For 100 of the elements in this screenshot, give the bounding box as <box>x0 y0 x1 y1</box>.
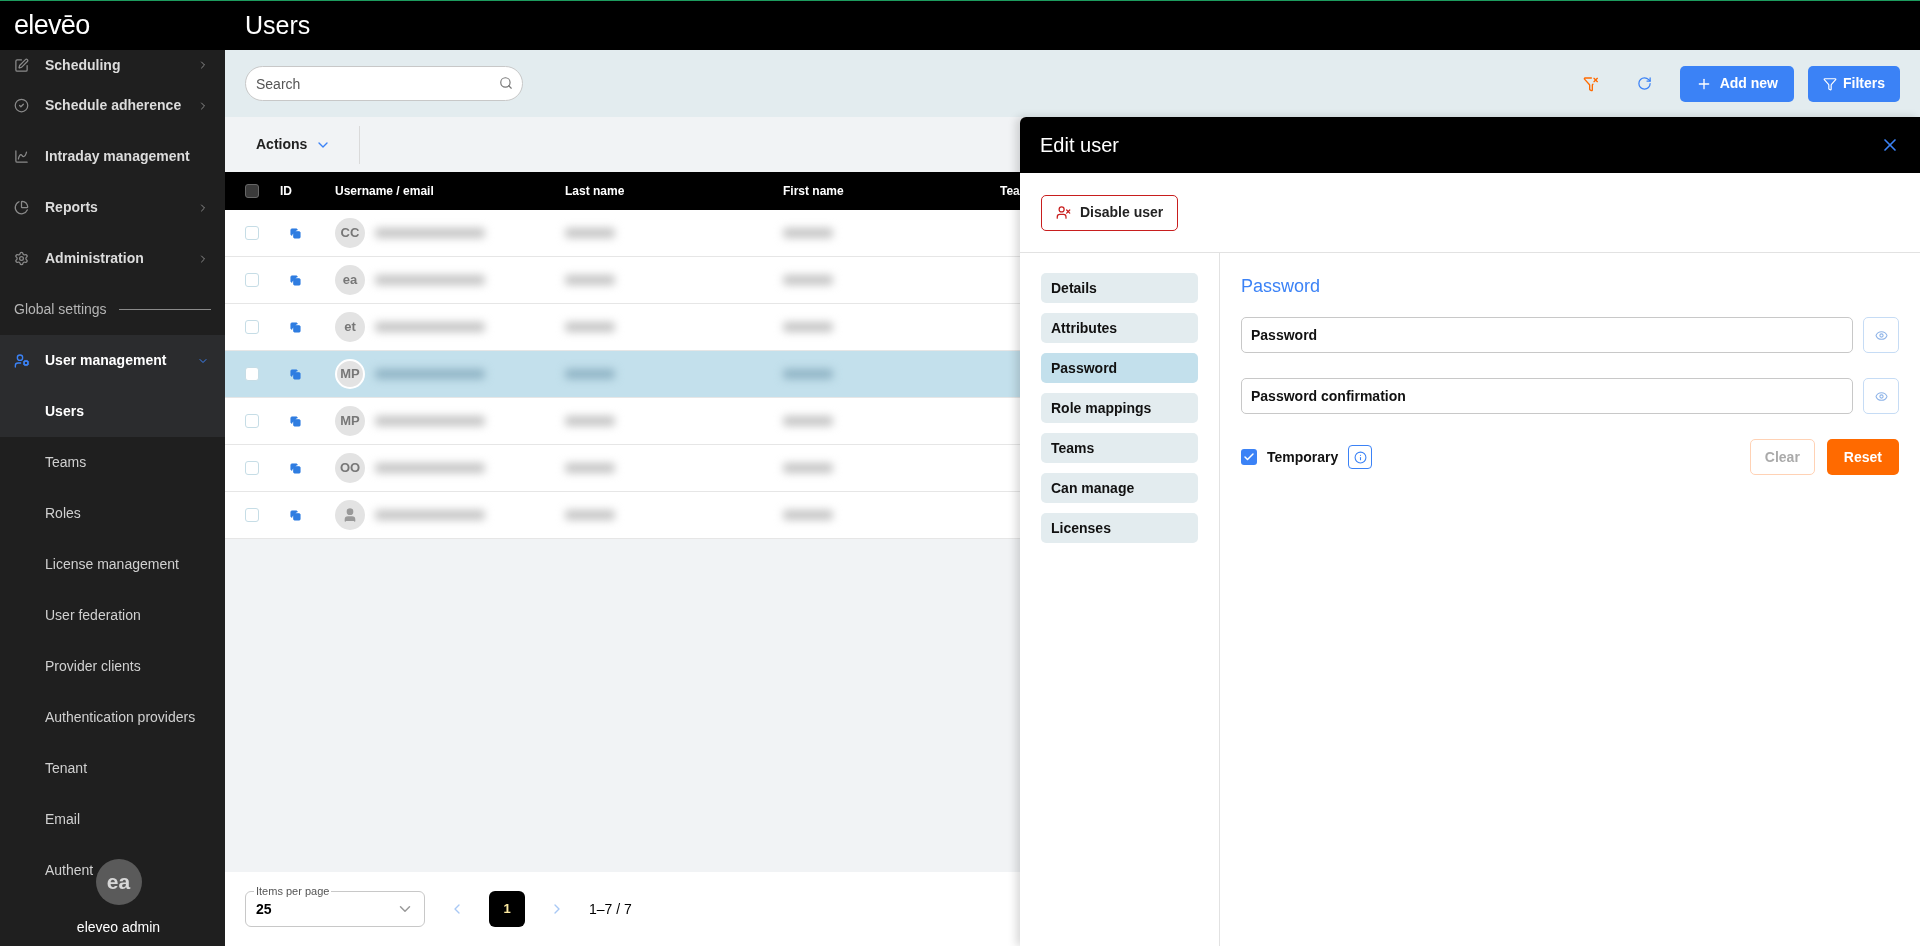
row-checkbox[interactable] <box>245 508 259 522</box>
blurred-text <box>565 322 615 332</box>
blurred-text <box>783 510 833 520</box>
copy-icon[interactable] <box>290 415 301 427</box>
column-header[interactable]: Username / email <box>335 184 434 198</box>
show-password-button[interactable] <box>1863 317 1899 353</box>
panel-title: Edit user <box>1040 133 1119 158</box>
add-new-button[interactable]: Add new <box>1679 65 1794 102</box>
pie-chart-icon <box>14 200 29 215</box>
check-icon <box>1243 451 1255 463</box>
disable-user-button[interactable]: Disable user <box>1041 194 1179 231</box>
copy-icon[interactable] <box>290 227 301 239</box>
password-field[interactable]: Password <box>1241 317 1853 353</box>
sidebar-subitem[interactable]: User federation <box>45 605 141 626</box>
sidebar-item[interactable]: Administration <box>0 233 225 284</box>
user-name: eleveo admin <box>76 918 161 937</box>
blurred-text <box>565 228 615 238</box>
copy-icon[interactable] <box>290 321 301 333</box>
blurred-text <box>565 416 615 426</box>
search-icon <box>499 76 513 90</box>
sidebar-subitem[interactable]: Authentication providers <box>45 707 196 728</box>
copy-icon[interactable] <box>290 368 301 380</box>
panel-tab[interactable]: Role mappings <box>1041 393 1198 423</box>
filters-button[interactable]: Filters <box>1808 65 1900 102</box>
panel-tab[interactable]: Can manage <box>1041 473 1198 503</box>
panel-tab[interactable]: Attributes <box>1041 313 1198 343</box>
avatar: OO <box>335 453 365 483</box>
pencil-icon <box>14 57 29 73</box>
sidebar-subitem[interactable]: License management <box>45 554 179 575</box>
sidebar-group[interactable]: User management <box>0 335 225 386</box>
logo: elevēo <box>14 12 90 39</box>
sidebar-subitem[interactable]: Tenant <box>45 758 88 779</box>
info-icon <box>1353 450 1367 464</box>
column-header[interactable]: First name <box>783 184 844 198</box>
avatar: MP <box>335 406 365 436</box>
sidebar-item[interactable]: Intraday management <box>0 131 225 182</box>
blurred-text <box>783 416 833 426</box>
blurred-text <box>783 322 833 332</box>
page-title: Users <box>245 9 311 41</box>
sidebar-item[interactable]: Reports <box>0 182 225 233</box>
select-all-checkbox[interactable] <box>245 184 259 198</box>
blurred-text <box>565 510 615 520</box>
show-password-button[interactable] <box>1863 378 1899 414</box>
blurred-text <box>783 228 833 238</box>
eye-icon <box>1874 389 1888 403</box>
page-range: 1–7 / 7 <box>589 899 632 919</box>
row-checkbox[interactable] <box>245 461 259 475</box>
copy-icon[interactable] <box>290 462 301 474</box>
copy-icon[interactable] <box>290 274 301 286</box>
avatar: CC <box>335 218 365 248</box>
row-checkbox[interactable] <box>245 414 259 428</box>
sidebar-subitem[interactable]: Teams <box>45 452 87 473</box>
user-settings-icon <box>14 352 30 369</box>
blurred-text <box>565 369 615 379</box>
section-title: Password <box>1241 275 1322 298</box>
gear-icon <box>14 251 29 266</box>
filter-icon <box>1823 76 1837 91</box>
panel-tab[interactable]: Teams <box>1041 433 1198 463</box>
row-checkbox[interactable] <box>245 273 259 287</box>
search-field[interactable]: Search <box>245 66 523 101</box>
blurred-text <box>565 275 615 285</box>
clear-filter-icon[interactable] <box>1582 75 1599 92</box>
sidebar-item[interactable]: Scheduling <box>0 50 225 80</box>
sidebar-item[interactable]: Schedule adherence <box>0 80 225 131</box>
avatar: et <box>335 312 365 342</box>
user-avatar[interactable]: ea <box>95 859 142 905</box>
sidebar-subitem[interactable]: Provider clients <box>45 656 141 677</box>
password-field[interactable]: Password confirmation <box>1241 378 1853 414</box>
copy-icon[interactable] <box>290 509 301 521</box>
column-header[interactable]: Last name <box>565 184 625 198</box>
row-checkbox[interactable] <box>245 320 259 334</box>
column-header[interactable]: Tea <box>1000 184 1020 198</box>
sidebar-subitem[interactable]: Email <box>45 809 80 830</box>
eye-icon <box>1874 328 1888 342</box>
row-checkbox[interactable] <box>245 367 259 381</box>
check-circle-icon <box>14 98 29 113</box>
actions-dropdown[interactable]: Actions <box>225 134 360 155</box>
chart-icon <box>14 149 29 164</box>
blurred-text <box>783 463 833 473</box>
sidebar-subitem[interactable]: Roles <box>45 503 81 524</box>
checkbox-label: Temporary <box>1267 447 1339 467</box>
panel-tab[interactable]: Password <box>1041 353 1198 383</box>
temporary-checkbox[interactable] <box>1241 449 1257 465</box>
section-label: Global settings <box>14 300 107 319</box>
user-remove-icon <box>1056 205 1071 220</box>
info-button[interactable] <box>1348 445 1373 469</box>
sidebar-subitem[interactable]: Authent <box>45 860 94 881</box>
refresh-icon[interactable] <box>1636 76 1652 91</box>
column-header[interactable]: ID <box>280 184 292 198</box>
blurred-text <box>783 275 833 285</box>
blurred-text <box>565 463 615 473</box>
page-button[interactable]: 1 <box>489 891 525 927</box>
avatar-silhouette-icon <box>335 500 365 530</box>
avatar: ea <box>335 265 365 295</box>
blurred-text <box>783 369 833 379</box>
panel-tab[interactable]: Details <box>1041 273 1198 303</box>
panel-tab[interactable]: Licenses <box>1041 513 1198 543</box>
sidebar-subitem[interactable]: Users <box>45 401 84 422</box>
avatar: MP <box>335 359 365 389</box>
row-checkbox[interactable] <box>245 226 259 240</box>
